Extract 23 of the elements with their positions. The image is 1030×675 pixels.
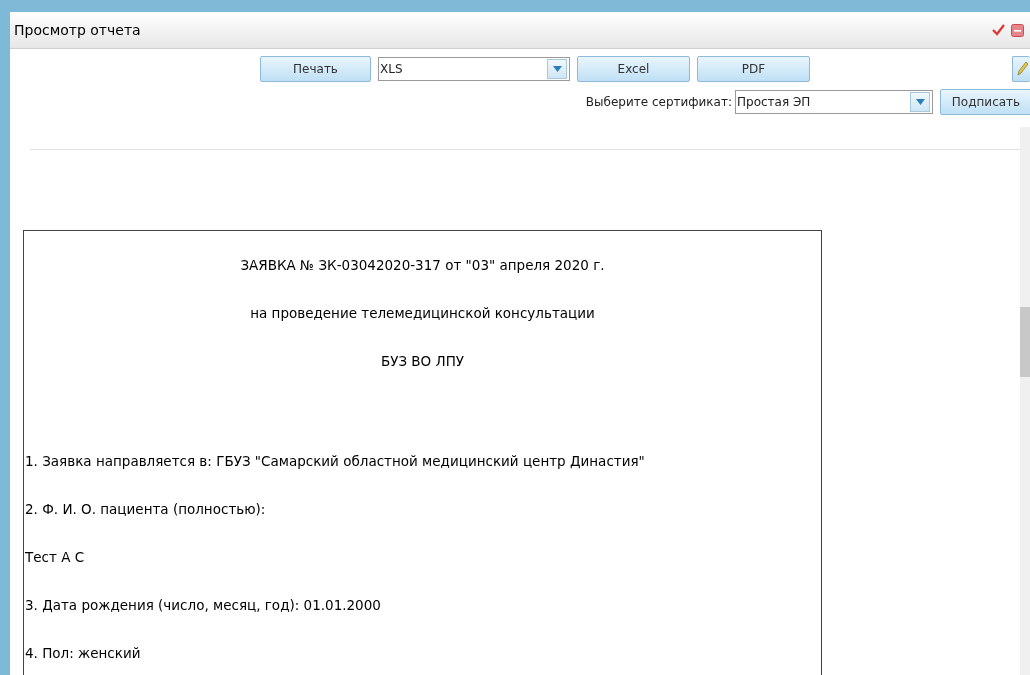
print-button[interactable]: Печать (260, 56, 371, 82)
format-select[interactable]: XLS (378, 57, 570, 81)
window-title: Просмотр отчета (14, 22, 142, 38)
export-button[interactable]: Excel (577, 56, 690, 82)
export-button[interactable]: PDF (697, 56, 810, 82)
report-line: 4. Пол: женский (24, 644, 142, 663)
report-line: Тест А С (24, 548, 86, 567)
report-heading: на проведение телемедицинской консультации (249, 304, 596, 323)
certificate-label: Выберите сертификат: (585, 95, 732, 109)
minimize-icon[interactable] (1011, 23, 1024, 37)
report-line: 2. Ф. И. О. пациента (полностью): (24, 500, 267, 519)
scrollbar[interactable] (1020, 127, 1030, 675)
caret-icon (552, 66, 562, 72)
report-heading: БУЗ ВО ЛПУ (379, 352, 466, 371)
pencil-icon (1015, 59, 1028, 76)
certificate-select[interactable]: Простая ЭП (735, 90, 933, 114)
report-line: 1. Заявка направляется в: ГБУЗ "Самарский областной медицинский центр Династия" (24, 452, 646, 471)
sign-button[interactable]: Подписать (940, 89, 1030, 115)
report-line: 3. Дата рождения (число, месяц, год): 01.01.2000 (24, 596, 382, 615)
report-heading: ЗАЯВКА № ЗК-03042020-317 от "03" апреля 2020 г. (239, 256, 606, 275)
edit-button[interactable] (1012, 56, 1030, 82)
caret-icon (915, 99, 925, 105)
checkmark-icon[interactable] (992, 24, 1005, 36)
